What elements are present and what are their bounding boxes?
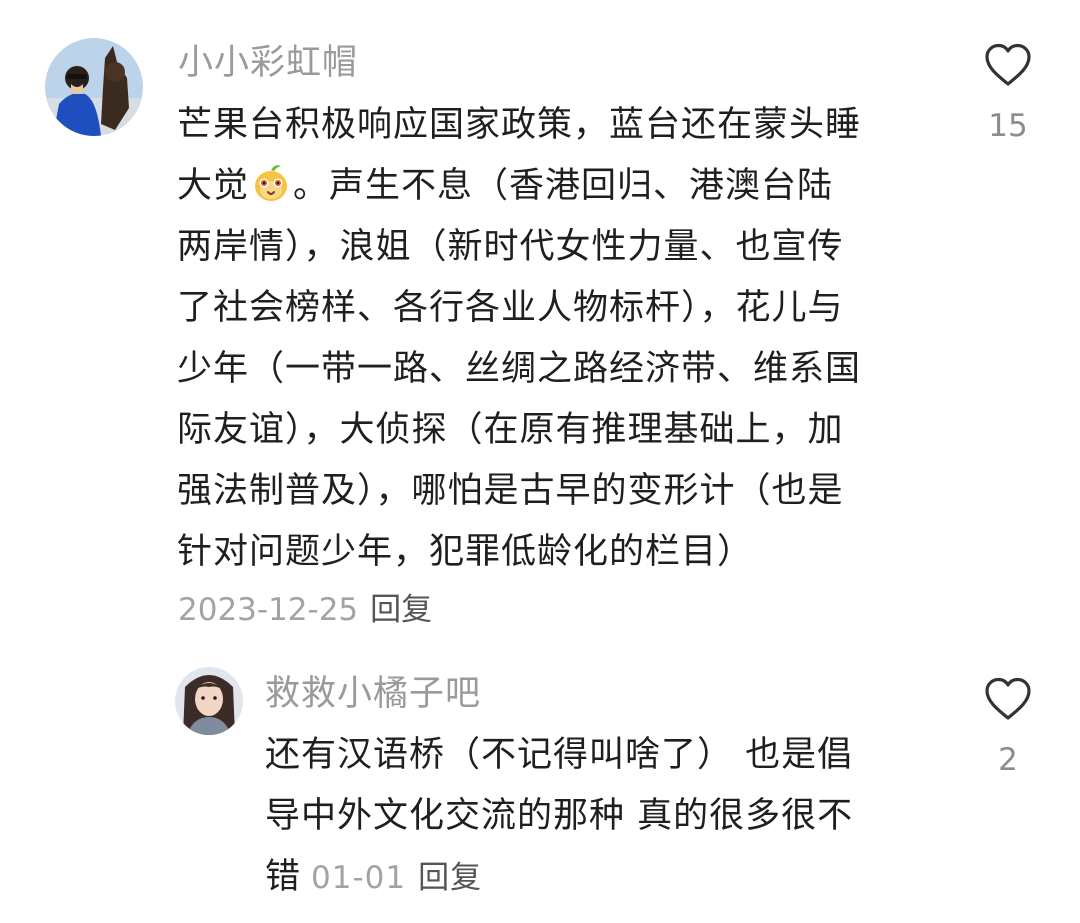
reply-meta: 01-01 回复: [301, 860, 482, 896]
like-count: 2: [998, 742, 1018, 778]
reply-button[interactable]: 回复: [370, 592, 432, 628]
comment-line: 芒果台积极响应国家政策，蓝台还在蒙头睡: [177, 105, 862, 145]
comment-line-fragment: 。: [293, 166, 330, 206]
comment-line: 导中外文化交流的那种 真的很多很不: [265, 796, 854, 836]
avatar[interactable]: [45, 38, 143, 136]
comment-date: 2023-12-25: [178, 592, 359, 628]
comment-text: 芒果台积极响应国家政策，蓝台还在蒙头睡 大觉 。声生不息（香港回归、港澳台陆 两…: [177, 95, 861, 583]
like-button[interactable]: 15: [968, 42, 1048, 146]
comment-line: 少年（一带一路、丝绸之路经济带、维系国: [177, 349, 862, 389]
avatar[interactable]: [175, 667, 243, 735]
like-button[interactable]: 2: [968, 676, 1048, 780]
comment-line-fragment: 大觉: [177, 166, 250, 206]
username[interactable]: 小小彩虹帽: [178, 41, 358, 85]
comment-line: 错 01-01 回复: [265, 847, 853, 909]
heart-outline-icon: [985, 677, 1031, 720]
comment-meta: 2023-12-25 回复: [178, 590, 432, 630]
comment-line: 针对问题少年，犯罪低龄化的栏目）: [177, 532, 754, 572]
reply-button[interactable]: 回复: [418, 860, 482, 896]
mango-face-emoji: [251, 162, 291, 202]
avatar-image: [175, 667, 243, 735]
comment-line-fragment: 错: [265, 857, 302, 897]
comment-line: 强法制普及），哪怕是古早的变形计（也是: [177, 471, 844, 511]
like-count: 15: [988, 108, 1028, 144]
comment-line-fragment: 声生不息（香港回归、港澳台陆: [329, 166, 834, 206]
comment-line: 大觉 。声生不息（香港回归、港澳台陆: [177, 156, 861, 217]
comment-line: 了社会榜样、各行各业人物标杆），花儿与: [177, 288, 844, 328]
comment-line: 际友谊），大侦探（在原有推理基础上，加: [177, 410, 844, 450]
comment-line: 两岸情），浪姐（新时代女性力量、也宣传: [177, 227, 844, 267]
heart-outline-icon: [985, 43, 1031, 86]
username[interactable]: 救救小橘子吧: [265, 672, 481, 716]
reply-text: 还有汉语桥（不记得叫啥了） 也是倡 导中外文化交流的那种 真的很多很不 错 01-…: [265, 725, 853, 909]
comment-line: 还有汉语桥（不记得叫啥了） 也是倡: [265, 735, 854, 775]
avatar-image: [45, 38, 143, 136]
reply-date: 01-01: [311, 860, 407, 896]
